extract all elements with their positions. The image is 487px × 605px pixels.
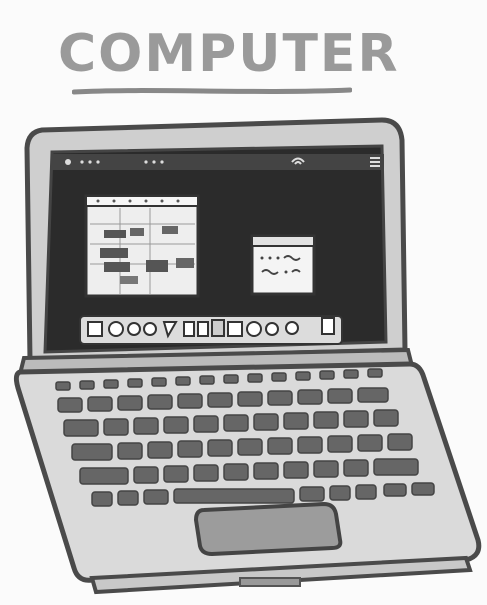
trackpad — [193, 501, 343, 557]
illustration-canvas: COMPUTER — [0, 0, 487, 605]
app-window-small — [250, 234, 316, 296]
apple-logo-icon — [65, 159, 71, 165]
menu-bar — [52, 154, 384, 170]
laptop-lid — [24, 117, 408, 363]
laptop-icon — [13, 117, 482, 595]
app-window-large — [84, 194, 200, 298]
dock — [79, 315, 343, 345]
